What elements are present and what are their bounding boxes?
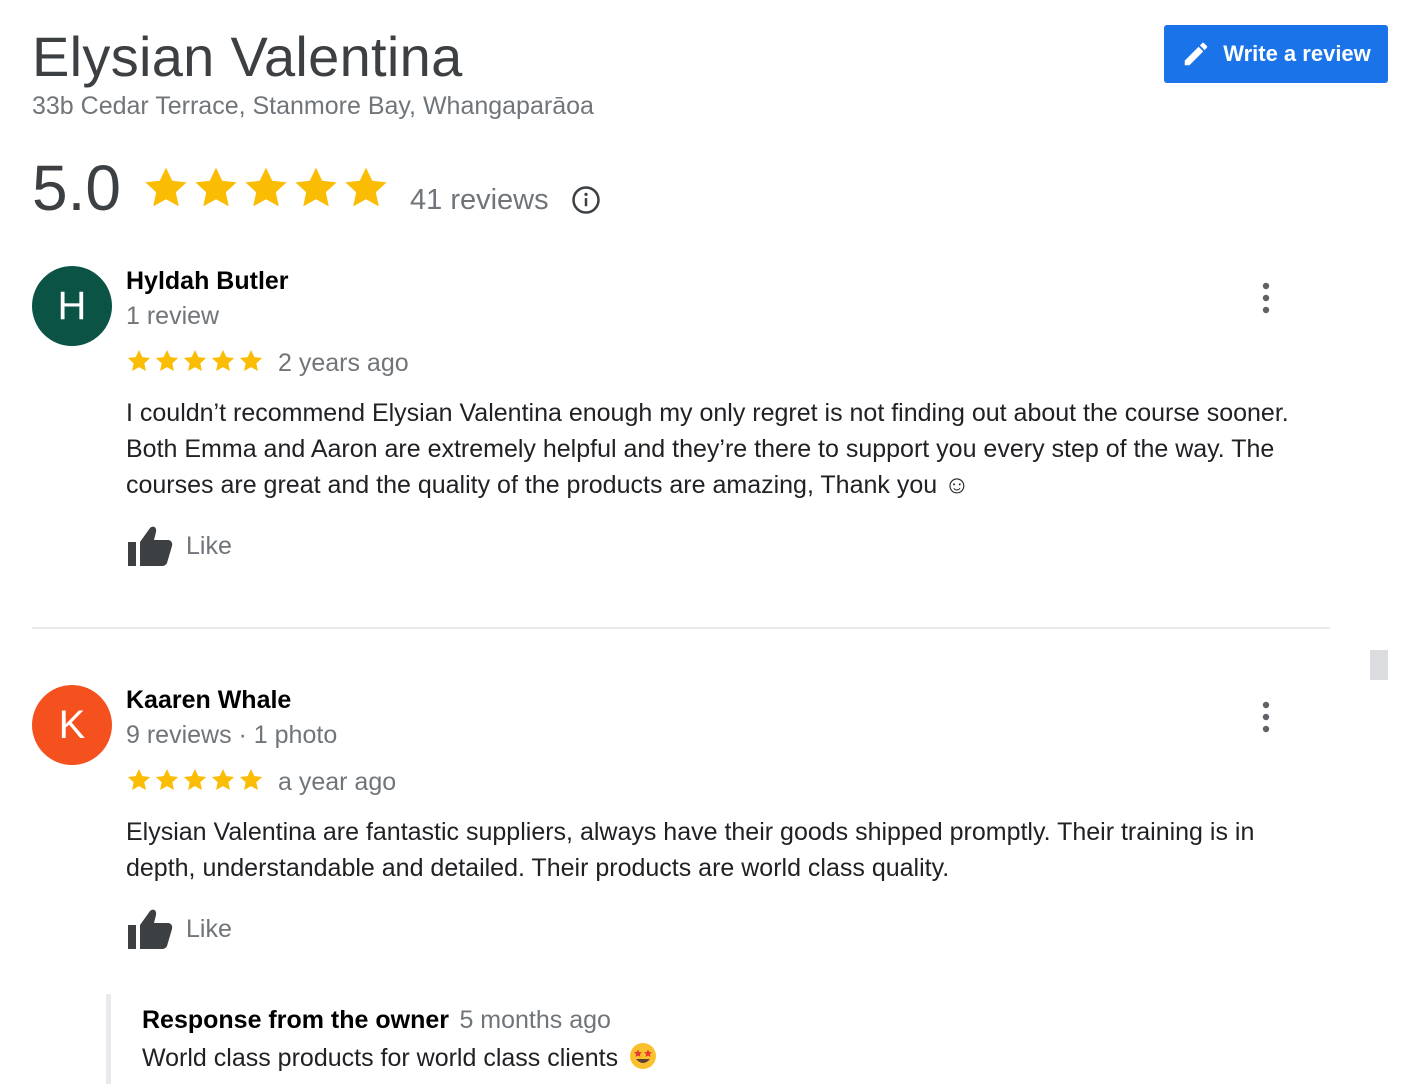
owner-response-date: 5 months ago [459,1006,611,1034]
average-rating-stars [142,164,390,212]
review-date: 2 years ago [278,349,409,377]
business-name: Elysian Valentina [32,25,463,88]
avatar[interactable]: H [32,266,112,346]
owner-response-header: Response from the owner 5 months ago [142,1006,611,1035]
star-icon [155,349,179,371]
write-review-label: Write a review [1223,41,1371,66]
star-icon [239,768,263,790]
review-divider [32,627,1330,629]
owner-response: Response from the owner 5 months ago Wor… [106,994,1006,1084]
thumbs-up-icon [128,909,173,949]
star-icon [127,349,151,371]
reviewer-meta: 9 reviews · 1 photo [126,721,338,749]
info-icon[interactable] [571,185,601,220]
review-text: Elysian Valentina are fantastic supplier… [126,818,1255,882]
thumbs-up-icon [128,526,173,566]
star-icon [127,768,151,790]
review-date: a year ago [278,768,397,796]
reviewer-meta: 1 review [126,302,220,330]
review-stars [126,767,264,793]
star-icon [345,167,387,207]
more-options-button[interactable] [1252,697,1280,737]
star-icon [295,167,337,207]
more-vert-icon [1262,282,1270,314]
star-icon [155,768,179,790]
review-stars [126,348,264,374]
business-address: 33b Cedar Terrace, Stanmore Bay, Whangap… [32,92,594,120]
more-options-button[interactable] [1252,278,1280,318]
like-label: Like [186,915,232,943]
more-vert-icon [1262,701,1270,733]
owner-response-title: Response from the owner [142,1006,449,1034]
star-icon [195,167,237,207]
average-rating: 5.0 [32,152,121,224]
star-icon [211,768,235,790]
star-icon [183,349,207,371]
owner-response-body: World class products for world class cli… [142,1042,657,1077]
star-icon [211,349,235,371]
star-icon [183,768,207,790]
reviewer-name[interactable]: Hyldah Butler [126,265,289,297]
reviewer-name[interactable]: Kaaren Whale [126,684,291,716]
star-icon [239,349,263,371]
owner-response-text: World class products for world class cli… [142,1044,619,1072]
pencil-icon [1181,39,1211,69]
review-count: 41 reviews [410,184,549,216]
like-label: Like [186,532,232,560]
write-review-button[interactable]: Write a review [1164,25,1388,83]
like-button[interactable]: Like [126,524,232,568]
star-struck-emoji-icon [629,1042,657,1077]
like-button[interactable]: Like [126,907,232,951]
star-icon [145,167,187,207]
star-icon [245,167,287,207]
avatar[interactable]: K [32,685,112,765]
reviews-panel: Elysian Valentina 33b Cedar Terrace, Sta… [0,0,1416,1092]
review-text: I couldn’t recommend Elysian Valentina e… [126,399,1289,499]
scrollbar-thumb[interactable] [1370,650,1388,680]
